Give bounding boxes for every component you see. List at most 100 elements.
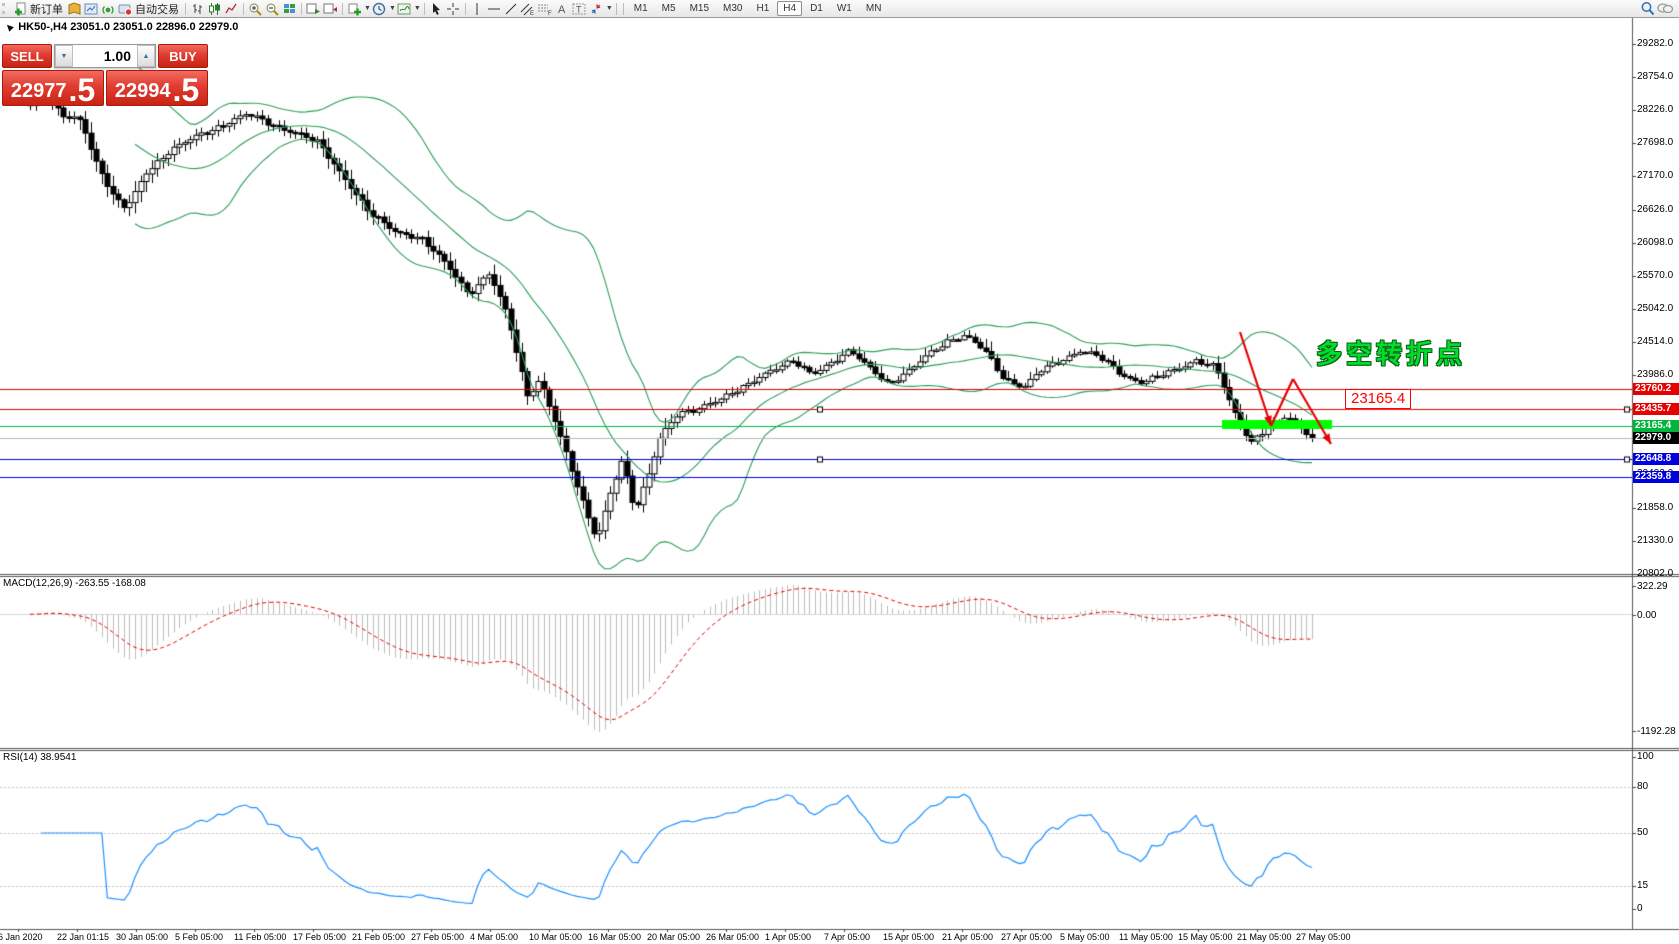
signals-icon[interactable] [100, 1, 117, 16]
volume-input[interactable] [73, 45, 137, 67]
community-icon[interactable] [1656, 1, 1673, 16]
chart-shift-icon[interactable] [322, 1, 339, 16]
chart-ohlc-values: 23051.0 23051.0 22896.0 22979.0 [70, 21, 238, 33]
volume-increase-button[interactable]: ▲ [137, 45, 155, 67]
timeframe-w1-button[interactable]: W1 [831, 1, 858, 16]
svg-text:E: E [530, 11, 534, 16]
chart-canvas[interactable] [0, 0, 1679, 944]
vline-icon[interactable] [469, 1, 486, 16]
price-tick-label: 23986.0 [1637, 369, 1673, 380]
charts-icon[interactable] [83, 1, 100, 16]
tile-windows-icon[interactable] [281, 1, 298, 16]
price-tick-label: 26098.0 [1637, 237, 1673, 248]
level-price-tag[interactable]: 23760.2 [1633, 383, 1679, 395]
macd-main-value: -263.55 [75, 578, 109, 589]
buy-button[interactable]: BUY [158, 44, 208, 68]
date-tick-label: 26 Mar 05:00 [706, 932, 759, 942]
price-tick-label: 25570.0 [1637, 270, 1673, 281]
timeframe-d1-button[interactable]: D1 [804, 1, 829, 16]
text-icon[interactable]: A [554, 1, 571, 16]
date-tick-label: 20 Mar 05:00 [647, 932, 700, 942]
date-tick-label: 4 Mar 05:00 [470, 932, 518, 942]
date-tick-label: 10 Mar 05:00 [529, 932, 582, 942]
timeframe-h1-button[interactable]: H1 [750, 1, 775, 16]
volume-decrease-button[interactable]: ▼ [55, 45, 73, 67]
svg-text:T: T [576, 4, 582, 14]
new-order-icon[interactable] [12, 1, 29, 16]
level-price-tag[interactable]: 23165.4 [1633, 420, 1679, 432]
timeframe-m5-button[interactable]: M5 [656, 1, 682, 16]
templates-icon[interactable] [396, 1, 413, 16]
candles-mode-icon[interactable] [206, 1, 223, 16]
timeframe-h4-button[interactable]: H4 [777, 1, 802, 16]
toolbar: 新订单 自动交易 ▼ ▼ ▼ [0, 0, 1679, 18]
level-price-tag[interactable]: 23435.7 [1633, 403, 1679, 415]
one-click-trading-panel: SELL ▼ ▲ BUY 22977.5 22994.5 [2, 44, 208, 106]
periods-icon[interactable] [371, 1, 388, 16]
date-tick-label: 15 Apr 05:00 [883, 932, 934, 942]
date-tick-label: 27 May 05:00 [1296, 932, 1351, 942]
auto-trading-button[interactable]: 自动交易 [134, 1, 182, 17]
date-tick-label: 21 May 05:00 [1237, 932, 1292, 942]
sell-price-button[interactable]: 22977.5 [2, 70, 104, 106]
history-icon[interactable] [66, 1, 83, 16]
level-price-tag[interactable]: 22359.8 [1633, 471, 1679, 483]
rsi-label: RSI(14) 38.9541 [3, 752, 76, 763]
date-tick-label: 15 May 05:00 [1178, 932, 1233, 942]
line-mode-icon[interactable] [223, 1, 240, 16]
price-tick-label: 26626.0 [1637, 204, 1673, 215]
toolbar-grip[interactable] [2, 3, 10, 14]
channel-icon[interactable]: E [520, 1, 537, 16]
add-indicator-icon[interactable] [346, 1, 363, 16]
date-tick-label: 21 Feb 05:00 [352, 932, 405, 942]
chart-title: ▶ HK50-,H4 23051.0 23051.0 22896.0 22979… [6, 21, 238, 33]
rsi-tick-label: 50 [1637, 827, 1648, 838]
sell-price-main: 22977 [11, 80, 67, 103]
search-icon[interactable] [1639, 1, 1656, 16]
rsi-tick-label: 80 [1637, 781, 1648, 792]
fibonacci-icon[interactable]: F [537, 1, 554, 16]
text-label-icon[interactable]: T [571, 1, 588, 16]
timeframe-m1-button[interactable]: M1 [628, 1, 654, 16]
timeframe-m30-button[interactable]: M30 [717, 1, 748, 16]
price-tick-label: 28226.0 [1637, 104, 1673, 115]
autotrade-icon[interactable] [117, 1, 134, 16]
timeframe-mn-button[interactable]: MN [860, 1, 888, 16]
macd-tick-label: 322.29 [1637, 581, 1668, 592]
price-tick-label: 20802.0 [1637, 568, 1673, 579]
date-tick-label: 21 Apr 05:00 [942, 932, 993, 942]
chart-symbol-period: HK50-,H4 [18, 21, 67, 33]
zoom-out-icon[interactable] [264, 1, 281, 16]
macd-label: MACD(12,26,9) -263.55 -168.08 [3, 578, 146, 589]
price-callout-label[interactable]: 23165.4 [1345, 389, 1411, 409]
svg-text:A: A [558, 4, 566, 16]
buy-price-main: 22994 [115, 80, 171, 103]
timeframe-m15-button[interactable]: M15 [684, 1, 715, 16]
current-price-tag[interactable]: 22979.0 [1633, 432, 1679, 444]
buy-price-button[interactable]: 22994.5 [106, 70, 208, 106]
crosshair-icon[interactable] [445, 1, 462, 16]
date-tick-label: 27 Feb 05:00 [411, 932, 464, 942]
sell-button[interactable]: SELL [2, 44, 52, 68]
price-tick-label: 21330.0 [1637, 535, 1673, 546]
date-tick-label: 22 Jan 01:15 [57, 932, 109, 942]
new-order-button[interactable]: 新订单 [29, 1, 66, 17]
cursor-icon[interactable] [428, 1, 445, 16]
sell-price-frac: .5 [68, 77, 95, 103]
hline-icon[interactable] [486, 1, 503, 16]
bars-mode-icon[interactable] [189, 1, 206, 16]
macd-tick-label: -1192.28 [1637, 726, 1676, 737]
date-tick-label: 30 Jan 05:00 [116, 932, 168, 942]
zoom-in-icon[interactable] [247, 1, 264, 16]
rsi-tick-label: 100 [1637, 751, 1654, 762]
price-tick-label: 25042.0 [1637, 303, 1673, 314]
trendline-icon[interactable] [503, 1, 520, 16]
date-tick-label: 5 May 05:00 [1060, 932, 1110, 942]
arrows-icon[interactable] [588, 1, 605, 16]
rsi-tick-label: 0 [1637, 903, 1643, 914]
autoscroll-icon[interactable] [305, 1, 322, 16]
price-tick-label: 27698.0 [1637, 137, 1673, 148]
turning-point-annotation[interactable]: 多空转折点 [1316, 334, 1466, 371]
macd-tick-label: 0.00 [1637, 610, 1656, 621]
level-price-tag[interactable]: 22648.8 [1633, 453, 1679, 465]
